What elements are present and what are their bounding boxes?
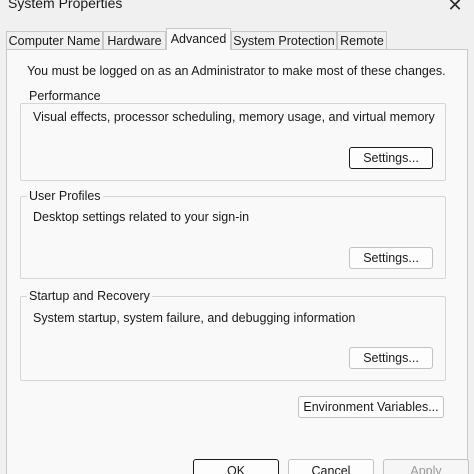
apply-button[interactable]: Apply [383, 459, 469, 474]
tab-remote[interactable]: Remote [337, 31, 387, 49]
performance-description: Visual effects, processor scheduling, me… [33, 110, 435, 124]
cancel-button[interactable]: Cancel [288, 459, 374, 474]
user-profiles-settings-button[interactable]: Settings... [349, 247, 433, 269]
environment-variables-button[interactable]: Environment Variables... [298, 396, 444, 418]
ok-button[interactable]: OK [193, 459, 279, 474]
tab-system-protection[interactable]: System Protection [231, 31, 337, 49]
tab-advanced[interactable]: Advanced [166, 28, 231, 50]
startup-recovery-group-title: Startup and Recovery [27, 289, 152, 303]
system-properties-window: System Properties ✕ Computer Name Hardwa… [0, 0, 474, 474]
close-icon[interactable]: ✕ [436, 0, 474, 16]
startup-recovery-description: System startup, system failure, and debu… [33, 311, 356, 325]
performance-settings-button[interactable]: Settings... [349, 147, 433, 169]
user-profiles-description: Desktop settings related to your sign-in [33, 210, 250, 224]
tab-hardware[interactable]: Hardware [103, 31, 166, 49]
admin-notice: You must be logged on as an Administrato… [27, 64, 446, 78]
title-bar: System Properties ✕ [0, 0, 474, 18]
user-profiles-group-title: User Profiles [27, 189, 103, 203]
startup-recovery-settings-button[interactable]: Settings... [349, 347, 433, 369]
tab-computer-name[interactable]: Computer Name [6, 31, 103, 49]
performance-group-title: Performance [27, 89, 103, 103]
window-title: System Properties [8, 0, 123, 11]
tab-strip: Computer Name Hardware Advanced System P… [0, 28, 474, 50]
